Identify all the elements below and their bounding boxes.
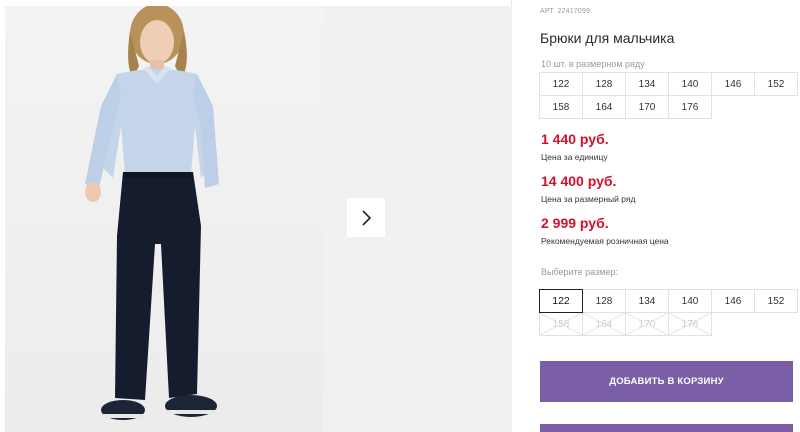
size-option-unavailable: 170 [625, 312, 669, 336]
size-option[interactable]: 140 [668, 289, 712, 313]
size-option[interactable]: 134 [625, 289, 669, 313]
pack-size-cell: 146 [711, 72, 755, 96]
pack-size-cell: 140 [668, 72, 712, 96]
add-to-cart-button[interactable]: ДОБАВИТЬ В КОРЗИНУ [540, 361, 793, 402]
gallery-next-button[interactable] [347, 198, 385, 237]
pack-size-cell: 122 [539, 72, 583, 96]
size-option-selected[interactable]: 122 [539, 289, 583, 313]
secondary-action-button[interactable] [540, 424, 793, 432]
pack-size-cell: 128 [582, 72, 626, 96]
retail-price-note: Рекомендуемая розничная цена [541, 236, 669, 246]
retail-price: 2 999 руб. [541, 215, 609, 231]
size-option[interactable]: 152 [754, 289, 798, 313]
size-option-unavailable: 176 [668, 312, 712, 336]
product-sku: АРТ. 22417099 [540, 8, 591, 15]
unavailable-cross-icon [669, 313, 711, 335]
product-gallery [0, 0, 512, 432]
chevron-right-icon [362, 209, 372, 226]
product-title: Брюки для мальчика [540, 30, 675, 46]
boy-in-trousers-image [85, 6, 219, 420]
pack-size-cell: 176 [668, 95, 712, 119]
unavailable-cross-icon [540, 313, 582, 335]
size-option-unavailable: 158 [539, 312, 583, 336]
pack-size-cell: 164 [582, 95, 626, 119]
pack-size-label: 10 шт. в размерном ряду [541, 59, 645, 69]
size-selector: 122 128 134 140 146 152 158 164 170 176 [539, 289, 798, 336]
product-photo[interactable] [5, 6, 323, 432]
unavailable-cross-icon [583, 313, 625, 335]
unavailable-cross-icon [626, 313, 668, 335]
size-option-unavailable: 164 [582, 312, 626, 336]
pack-sizes-grid: 122 128 134 140 146 152 158 164 170 176 [539, 72, 798, 119]
unit-price: 1 440 руб. [541, 131, 609, 147]
size-option[interactable]: 146 [711, 289, 755, 313]
pack-size-cell: 170 [625, 95, 669, 119]
pack-size-cell: 158 [539, 95, 583, 119]
pack-size-cell: 134 [625, 72, 669, 96]
pack-price-note: Цена за размерный ряд [541, 194, 636, 204]
pack-size-cell: 152 [754, 72, 798, 96]
choose-size-label: Выберите размер: [541, 267, 618, 277]
unit-price-note: Цена за единицу [541, 152, 608, 162]
size-option[interactable]: 128 [582, 289, 626, 313]
pack-price: 14 400 руб. [541, 173, 617, 189]
